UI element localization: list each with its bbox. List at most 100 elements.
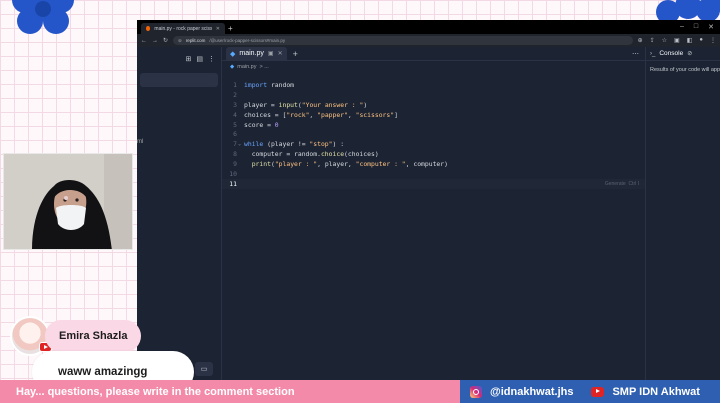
browser-tab-title: main.py - rock paper scissors bbox=[154, 25, 211, 32]
code-line[interactable]: 10 bbox=[222, 169, 645, 179]
ticker-socials: @idnakhwat.jhs SMP IDN Akhwat bbox=[460, 380, 720, 403]
code-line[interactable]: 9 print("player : ", player, "computer :… bbox=[222, 159, 645, 169]
site-info-icon[interactable]: ⊜ bbox=[178, 38, 182, 44]
editor-more-icon[interactable]: ⋯ bbox=[632, 50, 639, 58]
code-text: while (player != "stop") : bbox=[244, 140, 645, 148]
code-token: choices = [ bbox=[244, 110, 287, 119]
code-token: , bbox=[347, 110, 356, 119]
breadcrumb-rest: > ... bbox=[259, 64, 269, 70]
url-path: /@user/rock-papper-scissors#main.py bbox=[209, 38, 286, 43]
forward-icon[interactable]: → bbox=[152, 38, 158, 44]
more-icon[interactable]: ⋮ bbox=[208, 55, 215, 63]
code-token: "papper" bbox=[317, 110, 348, 119]
line-number: 4 bbox=[233, 110, 237, 119]
person-figure-icon bbox=[4, 154, 132, 249]
sidebar-icon[interactable]: ◧ bbox=[687, 37, 693, 44]
share-icon[interactable]: ⇪ bbox=[650, 37, 655, 44]
line-number: 2 bbox=[233, 90, 237, 99]
code-text: import random bbox=[244, 81, 645, 89]
clear-console-icon[interactable]: ⊘ bbox=[687, 50, 692, 57]
new-folder-icon[interactable]: ▤ bbox=[196, 55, 203, 63]
webcam-feed bbox=[3, 153, 133, 250]
code-token: ) bbox=[363, 100, 368, 109]
code-token: while bbox=[244, 140, 264, 149]
code-text: computer = random.choice(choices) bbox=[244, 150, 645, 158]
code-line[interactable]: 7 ⌄ while (player != "stop") : bbox=[222, 139, 645, 149]
code-token: ] bbox=[394, 110, 398, 119]
console-title[interactable]: Console bbox=[659, 50, 683, 57]
maximize-icon[interactable]: □ bbox=[694, 23, 698, 31]
code-token: score = bbox=[244, 120, 275, 129]
code-line[interactable]: 2 bbox=[222, 90, 645, 100]
code-token: choice bbox=[320, 150, 345, 159]
code-lines[interactable]: 1 import random 2 3 player = input("Your ans… bbox=[222, 80, 645, 189]
flower-decoration-icon bbox=[12, 0, 74, 34]
chat-author-name: Emira Shazla bbox=[45, 320, 142, 352]
tab-label: main.py bbox=[239, 50, 264, 57]
close-window-icon[interactable]: ✕ bbox=[708, 23, 714, 31]
code-token: (choices) bbox=[344, 150, 379, 159]
line-number: 3 bbox=[233, 100, 237, 109]
files-toolbar: ⊞ ▤ ⋮ bbox=[137, 47, 221, 71]
minimize-icon[interactable]: – bbox=[680, 23, 684, 31]
sidebar-partial-text: ml bbox=[137, 139, 144, 145]
new-file-icon[interactable]: ⊞ bbox=[186, 55, 192, 63]
code-token: "rock" bbox=[286, 110, 310, 119]
code-text: player = input("Your answer : ") bbox=[244, 101, 645, 109]
avatar bbox=[10, 316, 52, 356]
chat-icon[interactable]: ▭ bbox=[195, 362, 213, 376]
back-icon[interactable]: ← bbox=[141, 38, 147, 44]
code-token: random bbox=[267, 80, 295, 89]
generate-hint[interactable]: Generate Ctrl I bbox=[605, 181, 645, 187]
browser-tab[interactable]: main.py - rock paper scissors ✕ bbox=[141, 23, 225, 34]
url-host: replit.com bbox=[185, 38, 206, 43]
console-icon: ›_ bbox=[650, 50, 656, 57]
code-line[interactable]: 6 bbox=[222, 129, 645, 139]
python-file-icon: ◆ bbox=[230, 64, 235, 70]
profile-icon[interactable]: ● bbox=[699, 37, 703, 44]
code-token: "stop" bbox=[309, 140, 333, 149]
reload-icon[interactable]: ↻ bbox=[163, 37, 168, 44]
tab-main-py[interactable]: ◆ main.py ▣ ✕ bbox=[226, 46, 287, 61]
instagram-handle: @idnakhwat.jhs bbox=[490, 385, 574, 398]
editor-tabs: ◆ main.py ▣ ✕ + ⋯ bbox=[222, 46, 645, 61]
code-text: score = 0 bbox=[244, 121, 645, 129]
line-number: 11 bbox=[229, 179, 237, 188]
code-line[interactable]: 4 choices = ["rock", "papper", "scissors"… bbox=[222, 110, 645, 120]
code-token: ) : bbox=[332, 140, 345, 149]
code-line[interactable]: 3 player = input("Your answer : ") bbox=[222, 100, 645, 110]
add-tab-button[interactable]: + bbox=[293, 49, 298, 59]
close-tab-icon[interactable]: ✕ bbox=[216, 26, 220, 32]
code-token: "computer : " bbox=[355, 160, 406, 169]
file-item-main-py[interactable] bbox=[140, 73, 218, 87]
breadcrumb: ◆ main.py > ... bbox=[222, 61, 645, 73]
replit-workspace: ⊞ ▤ ⋮ ml ▭ ◆ main.py ▣ ✕ + ⋯ ◆ main.py >… bbox=[137, 46, 720, 380]
close-tab-icon[interactable]: ✕ bbox=[278, 50, 283, 57]
files-sidebar: ⊞ ▤ ⋮ ml ▭ bbox=[137, 47, 222, 380]
console-header: ›_ Console ⊘ bbox=[646, 47, 720, 61]
new-tab-button[interactable]: + bbox=[228, 24, 233, 34]
replit-favicon-icon bbox=[146, 26, 151, 31]
line-number: 1 bbox=[233, 80, 237, 89]
youtube-icon bbox=[591, 386, 605, 397]
breadcrumb-file[interactable]: main.py bbox=[237, 64, 256, 70]
menu-icon[interactable]: ⋮ bbox=[710, 37, 716, 44]
code-editor[interactable]: ◆ main.py ▣ ✕ + ⋯ ◆ main.py > ... 1 impor… bbox=[222, 46, 646, 380]
code-token: 0 bbox=[274, 120, 279, 129]
code-line[interactable]: 1 import random bbox=[222, 80, 645, 90]
url-field[interactable]: ⊜ replit.com/@user/rock-papper-scissors#… bbox=[173, 36, 633, 45]
code-line[interactable]: 8 computer = random.choice(choices) bbox=[222, 149, 645, 159]
code-line[interactable]: 11 Generate Ctrl I bbox=[222, 178, 645, 189]
split-icon[interactable]: ▣ bbox=[268, 50, 274, 57]
code-token: input bbox=[278, 100, 298, 109]
bookmark-star-icon[interactable]: ☆ bbox=[662, 37, 667, 44]
translate-icon[interactable]: ⊕ bbox=[638, 37, 643, 44]
line-number: 5 bbox=[233, 120, 237, 129]
code-token: print bbox=[251, 160, 271, 169]
ticker-message: Hay... questions, please write in the co… bbox=[0, 380, 460, 403]
code-line[interactable]: 5 score = 0 bbox=[222, 120, 645, 130]
code-token: import bbox=[244, 80, 268, 89]
extensions-icon[interactable]: ▣ bbox=[674, 37, 680, 44]
python-file-icon: ◆ bbox=[230, 50, 236, 58]
